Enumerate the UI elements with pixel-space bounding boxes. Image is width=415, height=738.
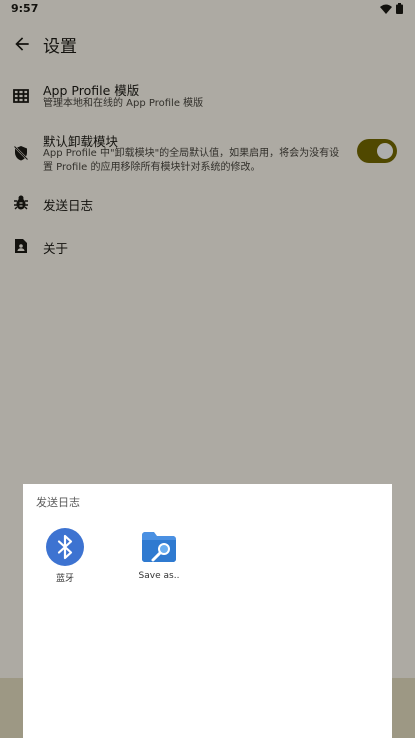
share-sheet: 发送日志 蓝牙 Save as.. [23, 484, 392, 738]
share-target-bluetooth[interactable]: 蓝牙 [25, 528, 105, 598]
bluetooth-icon [46, 528, 84, 566]
folder-search-icon [142, 532, 176, 562]
share-target-label: Save as.. [138, 571, 180, 581]
share-target-save-as[interactable]: Save as.. [119, 528, 199, 598]
share-sheet-title: 发送日志 [36, 496, 80, 509]
share-target-label: 蓝牙 [55, 574, 74, 584]
